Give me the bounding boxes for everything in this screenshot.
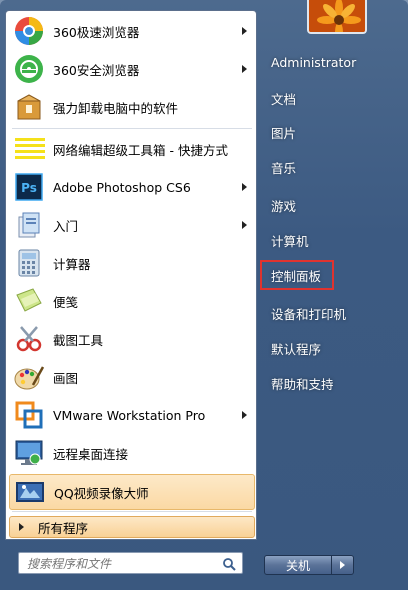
right-item-help-support[interactable]: 帮助和支持: [264, 367, 404, 399]
getting-started-icon: [13, 209, 45, 241]
program-item-uninstaller[interactable]: 强力卸载电脑中的软件: [9, 89, 255, 125]
program-item-sticky-notes[interactable]: 便笺: [9, 283, 255, 319]
programs-panel: 360极速浏览器 360安全浏览器 强力卸载电脑中的软件 网络编辑超级工具箱 -…: [5, 10, 257, 540]
program-item-vmware[interactable]: VMware Workstation Pro: [9, 397, 255, 433]
program-label: 入门: [53, 218, 79, 234]
separator: [12, 128, 252, 129]
program-label: 360安全浏览器: [53, 62, 140, 78]
right-item-default-programs[interactable]: 默认程序: [264, 332, 404, 364]
right-item-pictures[interactable]: 图片: [264, 116, 404, 148]
program-label: 计算器: [53, 256, 91, 272]
search-area: [5, 540, 257, 584]
search-input[interactable]: [25, 554, 219, 574]
snipping-tool-icon: [13, 323, 45, 355]
right-item-administrator[interactable]: Administrator: [264, 46, 404, 78]
paint-icon: [13, 361, 45, 393]
user-avatar[interactable]: [307, 0, 367, 34]
toolbox-shortcut-icon: [13, 133, 45, 165]
program-item-paint[interactable]: 画图: [9, 359, 255, 395]
qq-video-recorder-icon: [14, 476, 46, 508]
right-item-control-panel[interactable]: 控制面板: [260, 260, 334, 290]
separator: [12, 511, 252, 512]
program-item-snipping-tool[interactable]: 截图工具: [9, 321, 255, 357]
program-label: VMware Workstation Pro: [53, 407, 206, 423]
program-label: 360极速浏览器: [53, 24, 140, 40]
program-label: 远程桌面连接: [53, 446, 129, 462]
uninstaller-icon: [13, 91, 45, 123]
360-safe-browser-icon: [13, 53, 45, 85]
submenu-arrow-icon[interactable]: [242, 65, 247, 73]
program-item-remote-desktop[interactable]: 远程桌面连接: [9, 435, 255, 471]
program-item-qq-video-recorder[interactable]: QQ视频录像大师: [9, 474, 255, 510]
shutdown-options-arrow-icon[interactable]: [332, 555, 354, 575]
sticky-notes-icon: [13, 285, 45, 317]
right-item-documents[interactable]: 文档: [264, 82, 404, 114]
program-label: 便笺: [53, 294, 79, 310]
submenu-arrow-icon[interactable]: [242, 221, 247, 229]
calculator-icon: [13, 247, 45, 279]
program-label: 网络编辑超级工具箱 - 快捷方式: [53, 142, 228, 158]
submenu-arrow-icon[interactable]: [242, 183, 247, 191]
program-item-photoshop[interactable]: Ps Adobe Photoshop CS6: [9, 169, 255, 205]
svg-text:Ps: Ps: [21, 181, 37, 195]
right-item-music[interactable]: 音乐: [264, 151, 404, 183]
program-item-360-safe-browser[interactable]: 360安全浏览器: [9, 51, 255, 87]
flower-picture-icon: [309, 0, 365, 32]
program-label: 强力卸载电脑中的软件: [53, 100, 179, 116]
program-label: 截图工具: [53, 332, 104, 348]
remote-desktop-icon: [13, 437, 45, 469]
program-label: 画图: [53, 370, 79, 386]
program-item-getting-started[interactable]: 入门: [9, 207, 255, 243]
shutdown-button[interactable]: 关机: [264, 555, 332, 575]
right-item-devices-printers[interactable]: 设备和打印机: [264, 297, 404, 329]
submenu-arrow-icon[interactable]: [242, 411, 247, 419]
program-item-360-speed-browser[interactable]: 360极速浏览器: [9, 13, 255, 49]
360-speed-browser-icon: [13, 15, 45, 47]
photoshop-icon: Ps: [13, 171, 45, 203]
program-label: QQ视频录像大师: [54, 485, 149, 501]
program-label: Adobe Photoshop CS6: [53, 179, 191, 195]
right-item-computer[interactable]: 计算机: [264, 224, 404, 256]
search-icon[interactable]: [222, 556, 236, 571]
right-item-games[interactable]: 游戏: [264, 189, 404, 221]
search-box[interactable]: [18, 552, 243, 574]
all-programs-label: 所有程序: [38, 520, 89, 536]
program-item-toolbox-shortcut[interactable]: 网络编辑超级工具箱 - 快捷方式: [9, 131, 255, 167]
vmware-icon: [13, 399, 45, 431]
all-programs-button[interactable]: 所有程序: [9, 516, 255, 538]
program-item-calculator[interactable]: 计算器: [9, 245, 255, 281]
expand-arrow-icon: [19, 523, 24, 531]
submenu-arrow-icon[interactable]: [242, 27, 247, 35]
